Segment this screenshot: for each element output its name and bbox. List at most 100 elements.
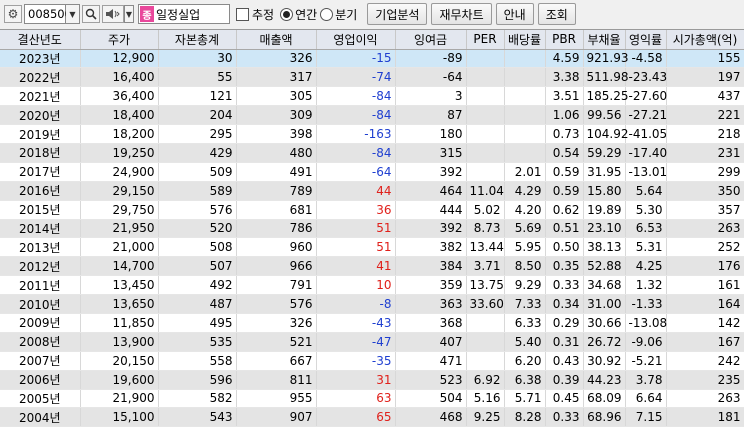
table-cell: 41 xyxy=(316,256,396,277)
table-cell: 359 xyxy=(395,275,467,296)
table-cell: 29,150 xyxy=(80,181,159,201)
column-header[interactable]: 결산년도 xyxy=(0,30,81,50)
table-cell: 596 xyxy=(158,370,237,390)
table-cell: 382 xyxy=(395,237,467,258)
table-cell: 30 xyxy=(158,49,237,69)
table-cell: 315 xyxy=(395,143,467,163)
table-cell: -9.06 xyxy=(625,332,667,352)
table-cell: 18,200 xyxy=(80,124,159,144)
table-row[interactable]: 2016년 29,150 589 789 44 464 11.04 4.29 0.59 15.80… xyxy=(0,181,744,201)
company-name-field[interactable]: 종 일정실업 xyxy=(138,4,230,24)
table-cell: 21,900 xyxy=(80,389,159,409)
table-row[interactable]: 2020년 18,400 204 309 -84 87 1.06 99.56 -27.21 221 xyxy=(0,105,744,126)
table-cell: 508 xyxy=(158,237,237,258)
company-analysis-button[interactable]: 기업분석 xyxy=(367,3,428,25)
table-cell: 3.71 xyxy=(466,256,505,277)
table-row[interactable]: 2005년 21,900 582 955 63 504 5.16 5.71 0.45 68.09 6… xyxy=(0,389,744,409)
table-row[interactable]: 2008년 13,900 535 521 -47 407 5.40 0.31 26.72 -9.0… xyxy=(0,332,744,352)
table-row[interactable]: 2018년 19,250 429 480 -84 315 0.54 59.29 -17.40 23… xyxy=(0,143,744,163)
table-cell: 13,650 xyxy=(80,294,159,314)
table-row[interactable]: 2023년 12,900 30 326 -15 -89 4.59 921.93 -4.58 155 xyxy=(0,49,744,69)
table-cell: 63 xyxy=(316,389,396,409)
table-cell: 1.32 xyxy=(625,275,667,296)
table-row[interactable]: 2014년 21,950 520 786 51 392 8.73 5.69 0.51 23.10 6… xyxy=(0,219,744,239)
table-cell: 589 xyxy=(158,181,237,201)
quarterly-radio[interactable] xyxy=(320,7,334,21)
table-cell xyxy=(504,67,546,88)
table-cell: 167 xyxy=(666,332,744,352)
table-row[interactable]: 2010년 13,650 487 576 -8 363 33.60 7.33 0.34 31.00… xyxy=(0,294,744,314)
table-cell: 38.13 xyxy=(583,237,626,258)
table-cell: 1.06 xyxy=(545,105,584,126)
table-row[interactable]: 2012년 14,700 507 966 41 384 3.71 8.50 0.35 52.88 4… xyxy=(0,256,744,277)
table-cell: 24,900 xyxy=(80,162,159,182)
table-cell: 444 xyxy=(395,200,467,220)
table-row[interactable]: 2021년 36,400 121 305 -84 3 3.51 185.25 -27.60 437 xyxy=(0,86,744,107)
table-row[interactable]: 2022년 16,400 55 317 -74 -64 3.38 511.98 -23.43 19… xyxy=(0,67,744,88)
table-cell: -4.58 xyxy=(625,49,667,69)
column-header[interactable]: 영익률 xyxy=(625,30,667,50)
table-cell: -74 xyxy=(316,67,396,88)
table-row[interactable]: 2009년 11,850 495 326 -43 368 6.33 0.29 30.66 -13.… xyxy=(0,313,744,333)
table-cell: 13,450 xyxy=(80,275,159,296)
speaker-icon[interactable] xyxy=(102,5,124,23)
search-icon[interactable] xyxy=(82,5,100,23)
column-header[interactable]: 잉여금 xyxy=(395,30,467,50)
table-cell: 104.92 xyxy=(583,124,629,144)
table-cell: 7.15 xyxy=(625,407,667,428)
search-button[interactable]: 조회 xyxy=(537,3,576,25)
estimate-checkbox[interactable] xyxy=(236,7,249,21)
column-header[interactable]: 영업이익 xyxy=(316,30,396,50)
chevron-down-icon[interactable]: ▼ xyxy=(66,4,80,24)
table-cell: 11.04 xyxy=(466,181,505,201)
table-cell xyxy=(466,105,505,126)
table-row[interactable]: 2004년 15,100 543 907 65 468 9.25 8.28 0.33 68.96 7… xyxy=(0,407,744,428)
table-cell: 5.95 xyxy=(504,237,546,258)
table-cell: 8.28 xyxy=(504,407,546,428)
table-cell: 2008년 xyxy=(0,332,81,352)
chevron-down-icon[interactable]: ▼ xyxy=(124,5,134,23)
table-row[interactable]: 2006년 19,600 596 811 31 523 6.92 6.38 0.39 44.23 3… xyxy=(0,370,744,390)
column-header[interactable]: 시가총액(억) xyxy=(666,30,744,50)
table-cell: 350 xyxy=(666,181,744,201)
table-row[interactable]: 2011년 13,450 492 791 10 359 13.75 9.29 0.33 34.68… xyxy=(0,275,744,296)
table-cell: 29,750 xyxy=(80,200,159,220)
table-row[interactable]: 2013년 21,000 508 960 51 382 13.44 5.95 0.50 38.13… xyxy=(0,237,744,258)
table-cell: 31.95 xyxy=(583,162,626,182)
column-header[interactable]: 배당률 xyxy=(504,30,546,50)
stock-code-input[interactable]: 008500 xyxy=(24,4,72,24)
table-cell: 14,700 xyxy=(80,256,159,277)
guide-button[interactable]: 안내 xyxy=(495,3,534,25)
column-header[interactable]: PER xyxy=(466,30,505,50)
table-cell: 295 xyxy=(158,124,237,144)
table-cell: 0.33 xyxy=(545,407,584,428)
table-row[interactable]: 2015년 29,750 576 681 36 444 5.02 4.20 0.62 19.89 5… xyxy=(0,200,744,220)
column-header[interactable]: 매출액 xyxy=(236,30,317,50)
table-cell: 36,400 xyxy=(80,86,159,107)
annual-radio[interactable] xyxy=(280,7,294,21)
financial-grid: 결산년도 주가 자본총계 매출액 영업이익 잉여금 PER 배당률 PBR 부채율 영익률 시가총액(… xyxy=(0,29,744,435)
table-cell: 7.33 xyxy=(504,294,546,314)
table-cell: 509 xyxy=(158,162,237,182)
table-cell: 0.35 xyxy=(545,256,584,277)
column-header[interactable]: 주가 xyxy=(80,30,159,50)
table-cell: 16,400 xyxy=(80,67,159,88)
table-cell: 363 xyxy=(395,294,467,314)
column-header[interactable]: 부채율 xyxy=(583,30,626,50)
table-cell: 398 xyxy=(236,124,317,144)
financial-chart-button[interactable]: 재무차트 xyxy=(431,3,492,25)
table-cell: -43 xyxy=(316,313,396,333)
gear-icon[interactable]: ⚙ xyxy=(4,5,22,23)
table-cell: 681 xyxy=(236,200,317,220)
table-cell xyxy=(466,162,505,182)
column-header[interactable]: PBR xyxy=(545,30,584,50)
table-cell: 0.62 xyxy=(545,200,584,220)
column-header[interactable]: 자본총계 xyxy=(158,30,237,50)
table-cell: 309 xyxy=(236,105,317,126)
table-cell: 9.25 xyxy=(466,407,505,428)
table-cell: 197 xyxy=(666,67,744,88)
table-row[interactable]: 2007년 20,150 558 667 -35 471 6.20 0.43 30.92 -5.2… xyxy=(0,351,744,371)
table-row[interactable]: 2017년 24,900 509 491 -64 392 2.01 0.59 31.95 -13.… xyxy=(0,162,744,182)
table-row[interactable]: 2019년 18,200 295 398 -163 180 0.73 104.92 -41.05… xyxy=(0,124,744,144)
table-cell: 2014년 xyxy=(0,219,81,239)
